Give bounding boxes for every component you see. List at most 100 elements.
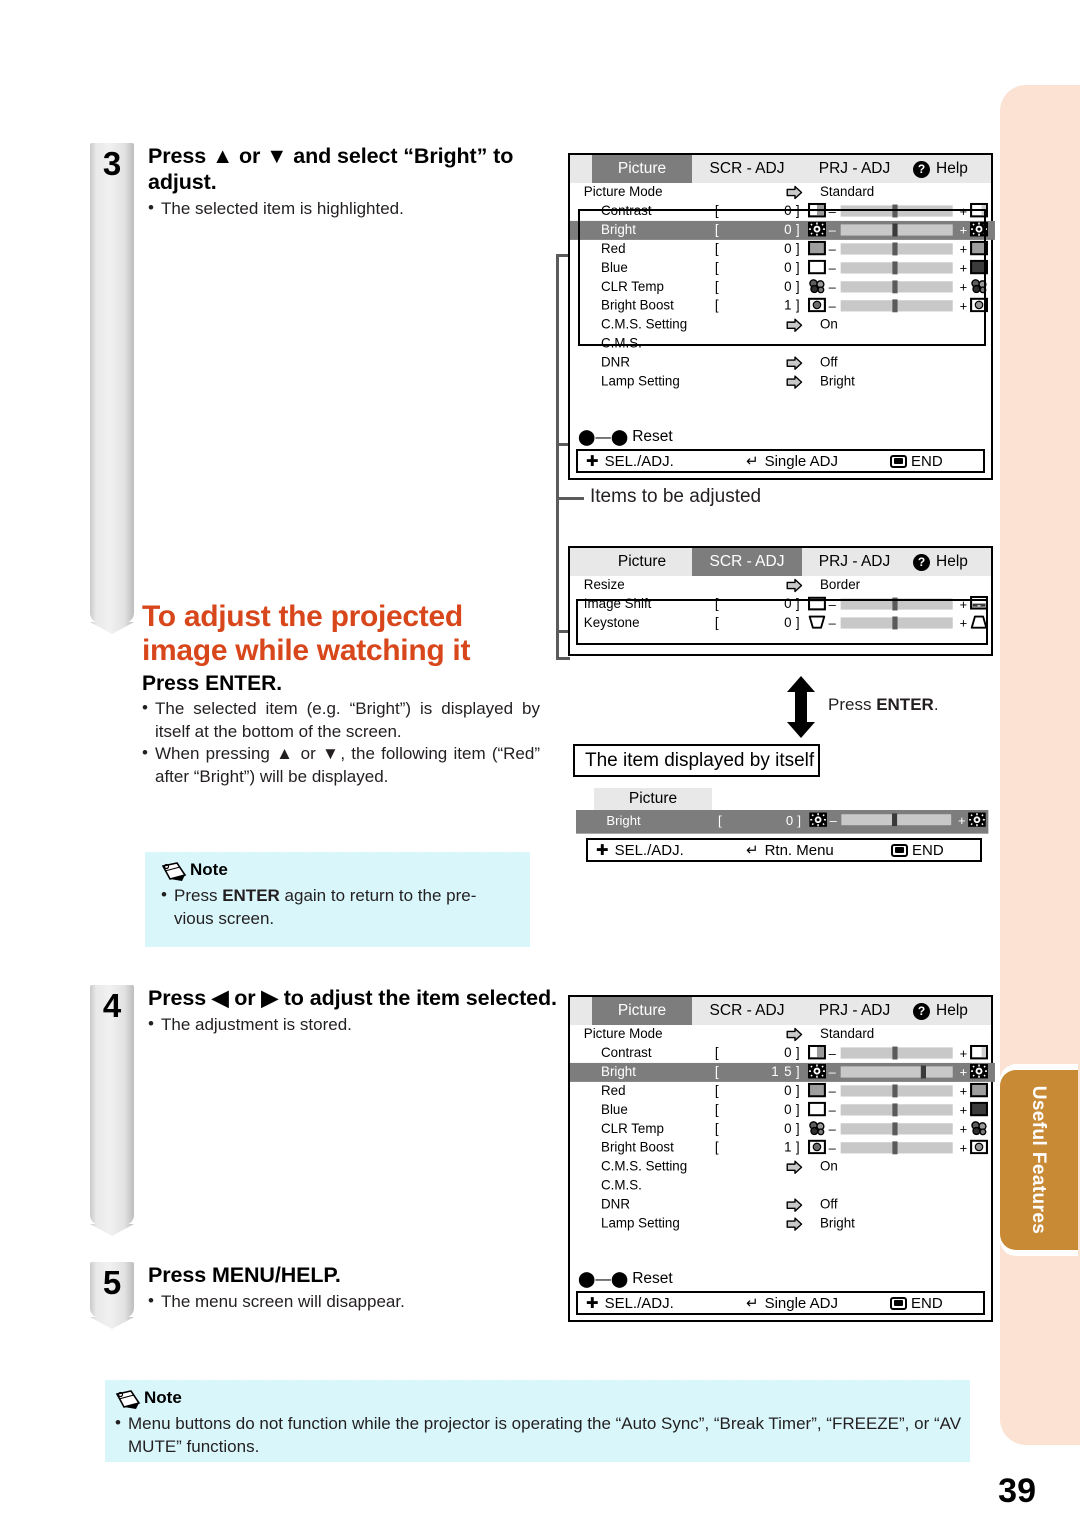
osd-row-slider[interactable] [840, 204, 953, 218]
osd-row-slider[interactable] [840, 1103, 953, 1117]
osd-row-dnr[interactable]: DNR Off [570, 354, 995, 373]
osd1-rows[interactable]: Picture Mode Standard Contrast[0] – + Bright[… [570, 183, 995, 392]
osd-row-slider-handle[interactable] [892, 280, 898, 294]
osd-row-minus: – [828, 1140, 836, 1156]
osd-menu-picture-step3[interactable]: Picture SCR - ADJ PRJ - ADJ ? Help Pictu… [568, 153, 995, 480]
osd-row-slider-handle[interactable] [892, 1141, 898, 1155]
osd3-reset[interactable]: ⬤—⬤ Reset [570, 1269, 991, 1289]
step-4-bullet-1: The adjustment is stored. [148, 1012, 560, 1036]
osd3-rows[interactable]: Picture Mode Standard Contrast[0] – + Bright[… [570, 1025, 995, 1234]
osd-row-c-m-s-setting[interactable]: C.M.S. Setting On [570, 1158, 995, 1177]
osd-single-tab-picture[interactable]: Picture [594, 788, 712, 810]
osd-row-slider[interactable] [840, 280, 953, 294]
osd-row-slider[interactable] [840, 1065, 953, 1079]
osd-single-slider-handle[interactable] [892, 813, 898, 827]
osd-row-slider[interactable] [840, 1122, 953, 1136]
osd-row-c-m-s-setting[interactable]: C.M.S. Setting On [570, 316, 995, 335]
osd1-tab-scr-adj[interactable]: SCR - ADJ [692, 155, 802, 183]
osd-row-slider-handle[interactable] [892, 1122, 898, 1136]
osd-single-row-bright[interactable]: Bright[0] – + [576, 810, 989, 834]
osd-row-bright[interactable]: Bright[1 5] – + [570, 1062, 995, 1082]
note-bold-enter: ENTER [222, 886, 280, 905]
osd-row-slider-handle[interactable] [920, 1065, 927, 1079]
osd-row-slider-handle[interactable] [892, 616, 898, 630]
osd-row-slider[interactable] [840, 242, 953, 256]
osd-row-slider[interactable] [840, 1046, 953, 1060]
osd-single-icon-right-bright-icon [968, 812, 986, 828]
osd-row-picture-mode[interactable]: Picture Mode Standard [570, 1025, 995, 1044]
osd1-reset[interactable]: ⬤—⬤ Reset [570, 427, 991, 447]
osd-row-picture-mode[interactable]: Picture Mode Standard [570, 183, 995, 202]
osd-row-blue[interactable]: Blue[0] – + [570, 1101, 995, 1120]
osd-single-item-display[interactable]: Picture Bright[0] – + ✚ SEL./ADJ. ↵ Rtn. Me… [576, 788, 989, 862]
osd-row-c-m-s[interactable]: C.M.S. [570, 1177, 995, 1196]
osd-row-value: 0 [784, 241, 793, 257]
osd-single-slider[interactable] [841, 813, 952, 827]
osd-row-red[interactable]: Red[0] – + [570, 1082, 995, 1101]
osd2-rows[interactable]: Resize Border Image Shift[0] – + Keystone[0] –… [570, 576, 995, 633]
osd1-tab-prj-adj[interactable]: PRJ - ADJ [802, 155, 907, 183]
osd-row-c-m-s[interactable]: C.M.S. [570, 335, 995, 354]
osd3-tab-scr-adj[interactable]: SCR - ADJ [692, 997, 802, 1025]
osd-row-bright-boost[interactable]: Bright Boost[1] – + [570, 1139, 995, 1158]
osd-row-value: 0 [784, 1102, 793, 1118]
osd3-tabs[interactable]: Picture SCR - ADJ PRJ - ADJ ? Help [570, 997, 991, 1025]
note-heading-bottom: Note [115, 1388, 182, 1409]
osd-menu-scr-adj[interactable]: Picture SCR - ADJ PRJ - ADJ ? Help Resiz… [568, 546, 993, 656]
osd-row-slider-handle[interactable] [892, 1103, 898, 1117]
osd-row-slider[interactable] [840, 597, 953, 611]
osd-row-label: Blue [601, 1102, 628, 1118]
osd-row-minus: – [828, 616, 836, 631]
osd-row-bright[interactable]: Bright[0] – + [570, 220, 995, 240]
osd-single-plus: + [957, 814, 966, 829]
osd-row-slider-handle[interactable] [892, 261, 898, 275]
osd1-tabs[interactable]: Picture SCR - ADJ PRJ - ADJ ? Help [570, 155, 991, 183]
osd-row-slider-handle[interactable] [892, 242, 898, 256]
osd1-tab-picture[interactable]: Picture [592, 155, 692, 183]
osd2-help[interactable]: ? Help [913, 553, 968, 571]
osd-row-slider-handle[interactable] [892, 1046, 898, 1060]
osd-row-slider-handle[interactable] [892, 204, 898, 218]
osd3-tab-picture[interactable]: Picture [592, 997, 692, 1025]
osd-row-image-shift[interactable]: Image Shift[0] – + [570, 595, 995, 614]
osd-row-value: Bright [819, 374, 855, 390]
osd-row-dnr[interactable]: DNR Off [570, 1196, 995, 1215]
osd-row-lamp-setting[interactable]: Lamp Setting Bright [570, 373, 995, 392]
osd-row-lamp-setting[interactable]: Lamp Setting Bright [570, 1215, 995, 1234]
osd-row-slider[interactable] [840, 1084, 953, 1098]
osd3-help[interactable]: ? Help [913, 1002, 968, 1020]
osd-row-contrast[interactable]: Contrast[0] – + [570, 202, 995, 221]
osd-row-minus: – [828, 204, 836, 219]
osd-row-blue[interactable]: Blue[0] – + [570, 259, 995, 278]
press-enter-plain: Press [828, 695, 877, 714]
osd-row-contrast[interactable]: Contrast[0] – + [570, 1044, 995, 1063]
osd-row-minus: – [828, 242, 836, 257]
osd-row-slider[interactable] [840, 616, 953, 630]
osd-row-bracket-right: ] [795, 1064, 800, 1080]
osd-row-slider-handle[interactable] [892, 299, 898, 313]
osd-row-bright-boost[interactable]: Bright Boost[1] – + [570, 297, 995, 316]
osd-row-slider-handle[interactable] [892, 597, 898, 611]
osd3-tab-prj-adj[interactable]: PRJ - ADJ [802, 997, 907, 1025]
osd2-tab-scr-adj[interactable]: SCR - ADJ [692, 548, 802, 576]
osd-row-slider[interactable] [840, 1141, 953, 1155]
osd2-tab-picture[interactable]: Picture [592, 548, 692, 576]
osd-row-slider-handle[interactable] [892, 1084, 898, 1098]
osd-row-label: Red [601, 1083, 626, 1099]
osd-row-label: Bright [601, 222, 636, 238]
osd-row-clr-temp[interactable]: CLR Temp[0] – + [570, 1120, 995, 1139]
osd-row-slider-handle[interactable] [892, 223, 898, 237]
osd2-tab-prj-adj[interactable]: PRJ - ADJ [802, 548, 907, 576]
osd-row-keystone[interactable]: Keystone[0] – + [570, 614, 995, 633]
osd-row-red[interactable]: Red[0] – + [570, 240, 995, 259]
osd-row-slider[interactable] [840, 261, 953, 275]
osd1-help[interactable]: ? Help [913, 160, 968, 178]
osd-menu-picture-step4[interactable]: Picture SCR - ADJ PRJ - ADJ ? Help Pictu… [568, 995, 995, 1322]
osd-row-value: Off [819, 355, 838, 371]
osd-row-resize[interactable]: Resize Border [570, 576, 995, 595]
osd-row-slider[interactable] [840, 223, 953, 237]
osd-row-slider[interactable] [840, 299, 953, 313]
osd-row-clr-temp[interactable]: CLR Temp[0] – + [570, 278, 995, 297]
osd2-tabs[interactable]: Picture SCR - ADJ PRJ - ADJ ? Help [570, 548, 991, 576]
osd-row-icon-left-bright-boost-icon [807, 1140, 826, 1156]
